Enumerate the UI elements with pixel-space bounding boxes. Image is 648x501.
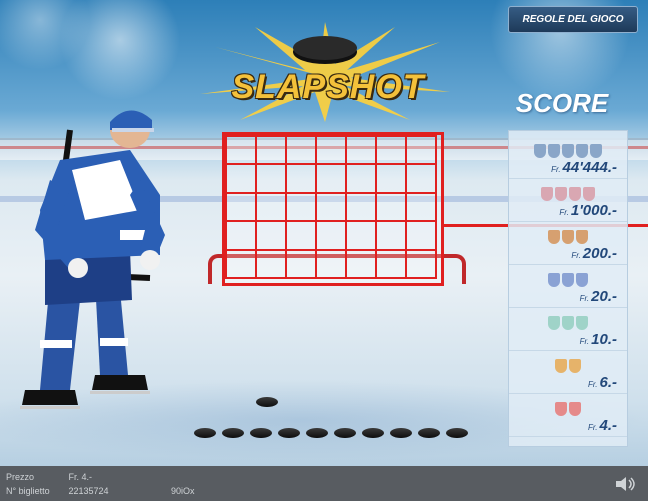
- grid-cell[interactable]: [375, 220, 407, 251]
- score-row: Fr. 6.-: [509, 354, 627, 394]
- single-puck: [256, 397, 278, 407]
- prize-amount: Fr. 10.-: [579, 331, 617, 348]
- grid-cell[interactable]: [255, 220, 287, 251]
- score-row: Fr. 4.-: [509, 397, 627, 437]
- score-row: Fr. 20.-: [509, 268, 627, 308]
- score-title: SCORE: [515, 88, 609, 118]
- puck[interactable]: [306, 428, 328, 438]
- grid-cell[interactable]: [225, 248, 257, 279]
- helmet-icon: [548, 316, 560, 330]
- puck[interactable]: [362, 428, 384, 438]
- helmet-icon: [562, 273, 574, 287]
- grid-cell[interactable]: [255, 248, 287, 279]
- ticket-code: 90iOx: [171, 486, 195, 496]
- helmet-icon: [576, 144, 588, 158]
- rules-button[interactable]: REGOLE DEL GIOCO: [508, 6, 638, 33]
- grid-cell[interactable]: [375, 191, 407, 223]
- prize-amount: Fr. 4.-: [588, 417, 617, 434]
- grid-cell[interactable]: [315, 191, 347, 223]
- helmet-icon: [548, 144, 560, 158]
- helmet-icon: [576, 230, 588, 244]
- helmet-icon: [569, 402, 581, 416]
- price-value: Fr. 4.-: [68, 472, 93, 482]
- score-row: Fr. 10.-: [509, 311, 627, 351]
- prize-amount: Fr. 200.-: [571, 245, 617, 262]
- prize-amount: Fr. 6.-: [588, 374, 617, 391]
- helmet-icon: [555, 359, 567, 373]
- grid-cell[interactable]: [255, 191, 287, 223]
- grid-cell[interactable]: [285, 191, 317, 223]
- grid-cell[interactable]: [315, 163, 347, 194]
- helmet-icon: [562, 144, 574, 158]
- grid-cell[interactable]: [345, 135, 377, 166]
- helmet-icon: [541, 187, 553, 201]
- grid-cell[interactable]: [285, 163, 317, 194]
- grid-cell[interactable]: [255, 163, 287, 194]
- hockey-player-figure: [20, 110, 165, 409]
- scratch-grid: [222, 132, 444, 286]
- helmet-icon: [590, 144, 602, 158]
- grid-cell[interactable]: [315, 220, 347, 251]
- helmet-icon: [555, 402, 567, 416]
- grid-cell[interactable]: [345, 248, 377, 279]
- puck[interactable]: [278, 428, 300, 438]
- puck[interactable]: [390, 428, 412, 438]
- helmet-icon: [576, 273, 588, 287]
- grid-cell[interactable]: [405, 191, 437, 223]
- grid-cell[interactable]: [405, 163, 437, 194]
- grid-cell[interactable]: [225, 220, 257, 251]
- score-table: Fr. 44'444.- Fr. 1'000.- Fr. 200.- Fr. 20.- Fr. 1…: [508, 130, 628, 447]
- game-stage: REGOLE DEL GIOCO SLAPSHOT SCORE Fr. 44'44…: [0, 0, 648, 501]
- puck[interactable]: [250, 428, 272, 438]
- helmet-icon: [555, 187, 567, 201]
- grid-cell[interactable]: [285, 220, 317, 251]
- ticket-info-bar: Prezzo Fr. 4.- N° biglietto 22135724 90i…: [0, 466, 648, 501]
- grid-cell[interactable]: [225, 191, 257, 223]
- grid-cell[interactable]: [225, 163, 257, 194]
- helmet-icon: [569, 359, 581, 373]
- grid-cell[interactable]: [375, 135, 407, 166]
- grid-cell[interactable]: [315, 135, 347, 166]
- helmet-icon: [583, 187, 595, 201]
- logo-title: SLAPSHOT: [231, 68, 425, 106]
- grid-cell[interactable]: [375, 163, 407, 194]
- helmet-icon: [569, 187, 581, 201]
- score-row: Fr. 44'444.-: [509, 139, 627, 179]
- helmet-icon: [562, 316, 574, 330]
- grid-cell[interactable]: [255, 135, 287, 166]
- slapshot-logo: SLAPSHOT: [195, 22, 455, 122]
- puck[interactable]: [194, 428, 216, 438]
- sound-icon[interactable]: [614, 476, 636, 492]
- prize-amount: Fr. 20.-: [579, 288, 617, 305]
- puck[interactable]: [334, 428, 356, 438]
- grid-cell[interactable]: [375, 248, 407, 279]
- helmet-icon: [548, 273, 560, 287]
- grid-cell[interactable]: [345, 191, 377, 223]
- grid-cell[interactable]: [285, 248, 317, 279]
- grid-cell[interactable]: [345, 220, 377, 251]
- ticket-number: 22135724: [68, 486, 109, 496]
- grid-cell[interactable]: [345, 163, 377, 194]
- grid-cell[interactable]: [405, 248, 437, 279]
- score-row: Fr. 200.-: [509, 225, 627, 265]
- prize-amount: Fr. 44'444.-: [551, 159, 617, 176]
- grid-cell[interactable]: [315, 248, 347, 279]
- price-label: Prezzo: [6, 472, 35, 482]
- helmet-icon: [576, 316, 588, 330]
- prize-amount: Fr. 1'000.-: [559, 202, 617, 219]
- grid-cell[interactable]: [405, 220, 437, 251]
- puck[interactable]: [418, 428, 440, 438]
- grid-cell[interactable]: [285, 135, 317, 166]
- score-row: Fr. 1'000.-: [509, 182, 627, 222]
- ticket-label: N° biglietto: [6, 486, 50, 496]
- grid-cell[interactable]: [225, 135, 257, 166]
- helmet-icon: [548, 230, 560, 244]
- helmet-icon: [534, 144, 546, 158]
- puck[interactable]: [446, 428, 468, 438]
- grid-cell[interactable]: [405, 135, 437, 166]
- puck[interactable]: [222, 428, 244, 438]
- helmet-icon: [562, 230, 574, 244]
